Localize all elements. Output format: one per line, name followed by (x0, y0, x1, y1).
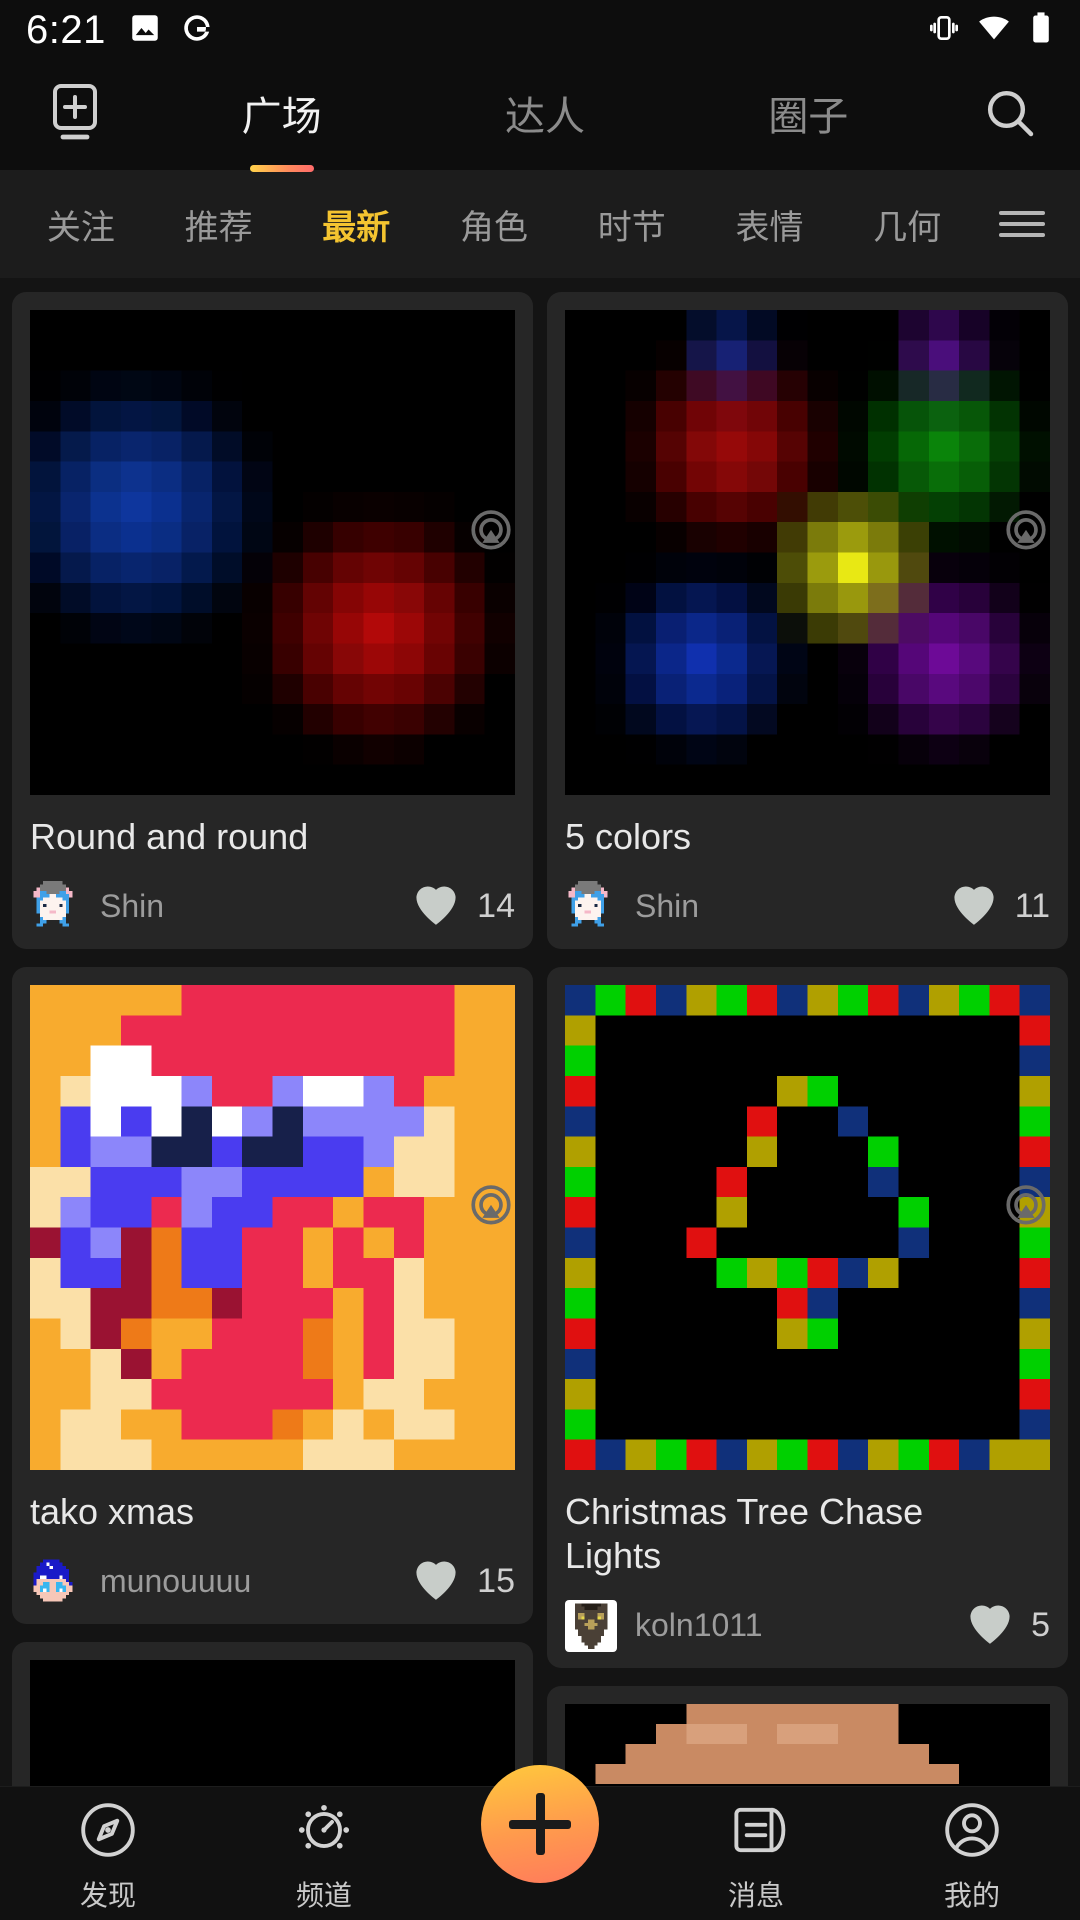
card-footer: munouuuu 15 (30, 1555, 515, 1608)
message-icon (725, 1799, 787, 1866)
heart-icon (411, 881, 461, 932)
card-footer: Shin 14 (30, 880, 515, 933)
card-title: Christmas Tree Chase Lights (565, 1490, 924, 1576)
top-nav: 广场 达人 圈子 (0, 60, 1080, 172)
filter-item-biaoqing[interactable]: 表情 (701, 200, 839, 249)
top-nav-tabs: 广场 达人 圈子 (150, 84, 940, 172)
filter-item-guanzhu[interactable]: 关注 (12, 200, 150, 249)
create-post-fab[interactable] (481, 1765, 599, 1883)
add-box-icon (47, 83, 103, 148)
filter-item-shijie[interactable]: 时节 (563, 200, 701, 249)
filter-item-zuixin[interactable]: 最新 (287, 200, 425, 249)
feed-card[interactable]: Round and round Shin 14 (12, 292, 533, 949)
feed-card-partial[interactable] (12, 1641, 533, 1786)
broadcast-icon[interactable] (465, 1181, 517, 1238)
feed-card-partial[interactable] (547, 1685, 1068, 1786)
filter-bar: 关注 推荐 最新 角色 时节 表情 几何 (0, 170, 1080, 278)
filter-menu-button[interactable] (976, 204, 1068, 244)
search-button[interactable] (940, 85, 1080, 146)
feed-card[interactable]: 5 colors Shin 11 (547, 292, 1068, 949)
card-footer: koln1011 5 (565, 1599, 1050, 1652)
feed-card[interactable]: tako xmas munouuuu 15 (12, 966, 533, 1624)
app-root: 6:21 广场 达人 圈子 关注 推荐 最新 角色 时节 表情 几何 Round… (0, 0, 1080, 1920)
nav-label: 发现 (79, 1880, 136, 1911)
artwork-thumbnail[interactable] (30, 984, 515, 1470)
like-count: 5 (1031, 1606, 1050, 1645)
tab-daren[interactable]: 达人 (413, 84, 676, 146)
battery-icon (1028, 11, 1054, 50)
author-name[interactable]: koln1011 (635, 1607, 763, 1644)
status-bar: 6:21 (0, 0, 1080, 60)
tab-guangchang[interactable]: 广场 (150, 84, 413, 172)
author-name[interactable]: munouuuu (100, 1563, 251, 1600)
like-count: 11 (1014, 887, 1050, 926)
nav-label: 消息 (727, 1880, 784, 1911)
search-icon (982, 85, 1038, 146)
tab-label: 圈子 (768, 95, 849, 139)
nav-item-discover[interactable]: 发现 (0, 1787, 216, 1914)
artwork-thumbnail[interactable] (565, 310, 1050, 795)
like-button[interactable]: 14 (411, 881, 515, 932)
card-title: tako xmas (30, 1490, 195, 1532)
nav-item-channel[interactable]: 频道 (216, 1787, 432, 1914)
nav-label: 我的 (943, 1880, 1000, 1911)
avatar[interactable] (30, 880, 82, 933)
profile-icon (941, 1799, 1003, 1866)
avatar[interactable] (565, 880, 617, 933)
filter-item-jihe[interactable]: 几何 (838, 200, 976, 249)
card-footer: Shin 11 (565, 880, 1050, 933)
tab-label: 广场 (241, 95, 322, 139)
wifi-icon (977, 11, 1011, 50)
nav-item-profile[interactable]: 我的 (864, 1787, 1080, 1914)
feed-card[interactable]: Christmas Tree Chase Lights koln1011 5 (547, 966, 1068, 1668)
tab-label: 达人 (504, 95, 585, 139)
nav-item-messages[interactable]: 消息 (648, 1787, 864, 1914)
artwork-thumbnail[interactable] (565, 984, 1050, 1470)
like-button[interactable]: 15 (411, 1556, 515, 1607)
artwork-thumbnail[interactable] (30, 310, 515, 795)
heart-icon (965, 1600, 1015, 1651)
artwork-thumbnail[interactable] (30, 1659, 515, 1786)
filter-item-tuijian[interactable]: 推荐 (150, 200, 288, 249)
like-count: 14 (477, 887, 515, 926)
like-button[interactable]: 11 (949, 881, 1050, 932)
add-button[interactable] (0, 83, 150, 148)
like-button[interactable]: 5 (965, 1600, 1050, 1651)
avatar[interactable] (565, 1599, 617, 1652)
feed-column-right: 5 colors Shin 11 Christmas Tree Chase Li… (547, 292, 1068, 1786)
like-count: 15 (477, 1562, 515, 1601)
bottom-nav: 发现 频道 消息 我的 (0, 1765, 1080, 1920)
card-title: 5 colors (565, 816, 692, 857)
feed-grid[interactable]: Round and round Shin 14 tako xmas munouu… (0, 278, 1080, 1786)
avatar[interactable] (30, 1555, 82, 1608)
author-name[interactable]: Shin (100, 888, 164, 925)
tab-quanzi[interactable]: 圈子 (677, 84, 940, 146)
status-left-icons (128, 11, 214, 50)
status-right-icons (928, 11, 1054, 50)
channel-dial-icon (293, 1799, 355, 1866)
broadcast-icon[interactable] (1000, 1181, 1052, 1238)
google-icon (180, 11, 214, 50)
hamburger-menu-icon (999, 204, 1046, 244)
broadcast-icon[interactable] (1000, 506, 1052, 563)
compass-icon (77, 1799, 139, 1866)
broadcast-icon[interactable] (465, 506, 517, 563)
nav-label: 频道 (295, 1880, 352, 1911)
feed-column-left: Round and round Shin 14 tako xmas munouu… (12, 292, 533, 1786)
heart-icon (949, 881, 999, 932)
card-title: Round and round (30, 816, 309, 857)
active-tab-underline (249, 165, 314, 172)
artwork-thumbnail[interactable] (565, 1703, 1050, 1786)
filter-item-juese[interactable]: 角色 (425, 200, 563, 249)
author-name[interactable]: Shin (635, 888, 699, 925)
vibrate-icon (928, 12, 960, 49)
status-time: 6:21 (26, 7, 106, 52)
heart-icon (411, 1556, 461, 1607)
image-icon (128, 11, 162, 50)
